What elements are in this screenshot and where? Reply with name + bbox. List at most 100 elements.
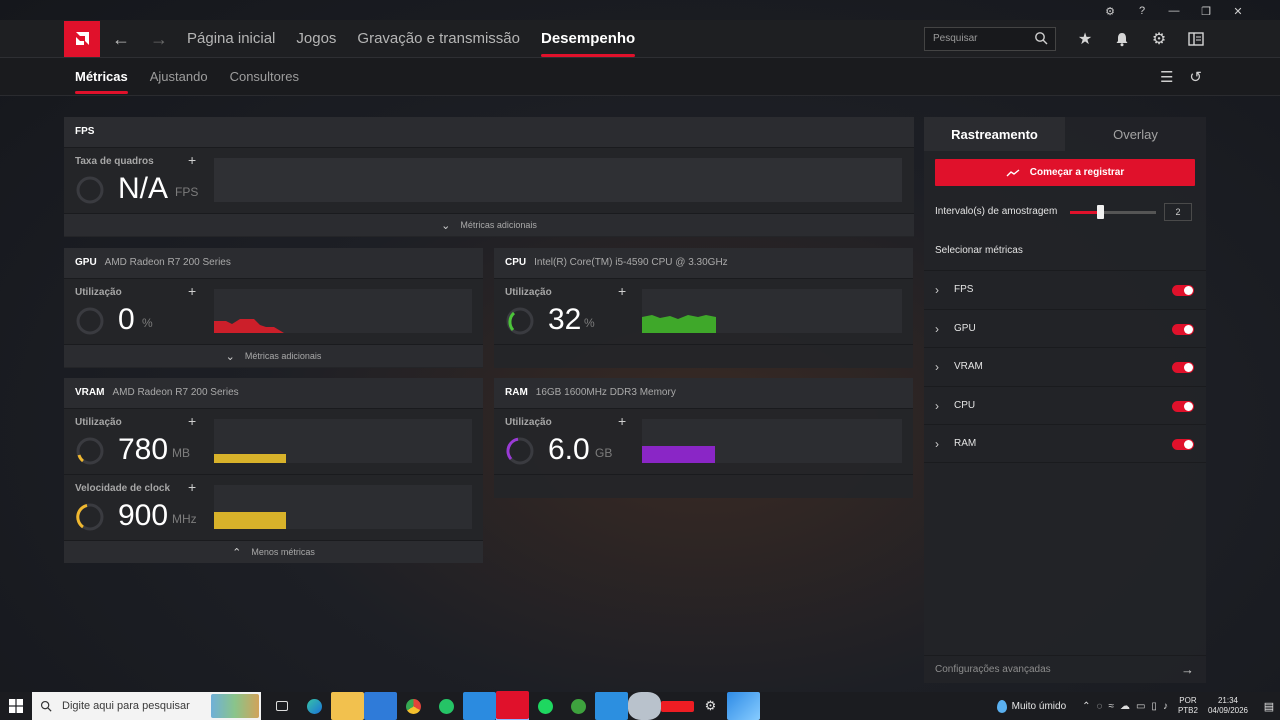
- back-arrow-icon[interactable]: ←: [112, 29, 130, 50]
- start-recording-button[interactable]: Começar a registrar: [935, 159, 1195, 186]
- vram-usage-value: 780: [118, 433, 169, 466]
- cpu-toggle[interactable]: [1172, 400, 1194, 412]
- tracked-metric-ram[interactable]: › RAM: [924, 424, 1206, 463]
- add-metric-icon[interactable]: +: [188, 283, 196, 299]
- cloud-icon[interactable]: ☁: [1120, 701, 1130, 712]
- favorites-star-icon[interactable]: ★: [1074, 28, 1096, 50]
- vscode-icon[interactable]: [595, 692, 628, 720]
- add-metric-icon[interactable]: +: [618, 413, 626, 429]
- subtab-metrics[interactable]: Métricas: [75, 69, 128, 94]
- ram-gauge: [506, 437, 534, 465]
- ram-toggle[interactable]: [1172, 439, 1194, 451]
- clock-date: 04/09/2026: [1207, 706, 1248, 715]
- weather-widget[interactable]: Muito úmido: [996, 699, 1066, 713]
- chevron-right-icon[interactable]: ›: [935, 322, 939, 336]
- wifi-icon[interactable]: ≈: [1108, 701, 1114, 712]
- file-explorer-icon[interactable]: [331, 692, 364, 720]
- ram-value: 6.0: [548, 433, 590, 466]
- minimize-button[interactable]: —: [1158, 2, 1190, 20]
- paint-icon[interactable]: [727, 692, 760, 720]
- bug-report-icon[interactable]: ⚙: [1094, 2, 1126, 20]
- gpu-graph: [214, 289, 472, 333]
- taskbar-search[interactable]: Digite aqui para pesquisar: [32, 692, 261, 720]
- youtube-icon[interactable]: [661, 692, 694, 720]
- list-view-icon[interactable]: ☰: [1160, 68, 1173, 86]
- settings-gear-icon[interactable]: ⚙: [1148, 28, 1170, 50]
- edge-icon[interactable]: [298, 692, 331, 720]
- chrome-icon[interactable]: [397, 692, 430, 720]
- tracked-metric-cpu[interactable]: › CPU: [924, 385, 1206, 425]
- chevron-right-icon[interactable]: ›: [935, 360, 939, 374]
- humidity-drop-icon: [996, 699, 1007, 713]
- gpu-device-name: AMD Radeon R7 200 Series: [104, 257, 231, 268]
- chevron-up-icon[interactable]: ⌃: [1082, 701, 1090, 712]
- fps-toggle[interactable]: [1172, 285, 1194, 296]
- search-placeholder: Pesquisar: [933, 33, 978, 44]
- interval-slider-thumb[interactable]: [1097, 205, 1105, 219]
- maximize-button[interactable]: ❐: [1190, 2, 1222, 20]
- chevron-right-icon[interactable]: ›: [935, 283, 939, 297]
- vram-device-name: AMD Radeon R7 200 Series: [112, 387, 239, 398]
- tray-icons: ⌃ ◌ ≈ ☁ ▭ ▯ ♪: [1082, 701, 1168, 712]
- store-icon[interactable]: [364, 692, 397, 720]
- interval-value-field[interactable]: 2: [1164, 203, 1192, 221]
- close-button[interactable]: ✕: [1222, 2, 1254, 20]
- settings-taskbar-icon[interactable]: ⚙: [694, 692, 727, 720]
- whatsapp-icon[interactable]: [430, 692, 463, 720]
- layout-panel-icon[interactable]: [1185, 28, 1207, 50]
- vram-clock-gauge: [76, 503, 104, 531]
- display-icon[interactable]: ▭: [1136, 701, 1145, 712]
- tracking-tabs: Rastreamento Overlay: [924, 117, 1206, 151]
- tab-overlay[interactable]: Overlay: [1065, 117, 1206, 151]
- language-indicator[interactable]: POR PTB2: [1178, 696, 1198, 716]
- subtab-advisors[interactable]: Consultores: [230, 69, 299, 84]
- nav-tab-performance[interactable]: Desempenho: [541, 30, 636, 57]
- nav-tab-games[interactable]: Jogos: [296, 30, 336, 47]
- tracked-metric-vram[interactable]: › VRAM: [924, 347, 1206, 386]
- gpu-toggle[interactable]: [1172, 323, 1194, 335]
- gpu-expand-toggle[interactable]: ⌄ Métricas adicionais: [64, 345, 483, 367]
- nav-tab-record-stream[interactable]: Gravação e transmissão: [357, 30, 520, 47]
- tab-tracking[interactable]: Rastreamento: [924, 117, 1065, 151]
- add-metric-icon[interactable]: +: [188, 413, 196, 429]
- notifications-bell-icon[interactable]: [1111, 28, 1133, 50]
- notifications-icon[interactable]: ▤: [1258, 700, 1280, 713]
- add-metric-icon[interactable]: +: [618, 283, 626, 299]
- battery-icon[interactable]: ▯: [1151, 701, 1157, 712]
- chevron-right-icon[interactable]: ›: [935, 399, 939, 413]
- nav-tab-home[interactable]: Página inicial: [187, 30, 275, 47]
- tracked-metric-gpu[interactable]: › GPU: [924, 308, 1206, 348]
- vram-expander-label: Menos métricas: [251, 547, 315, 557]
- forward-arrow-icon[interactable]: →: [150, 29, 168, 50]
- add-metric-icon[interactable]: +: [188, 479, 196, 495]
- tracked-metric-name: GPU: [954, 322, 976, 334]
- spotify-icon[interactable]: [529, 692, 562, 720]
- task-view-icon[interactable]: [265, 692, 298, 720]
- add-metric-icon[interactable]: +: [188, 152, 196, 168]
- amd-software-taskbar-icon[interactable]: [496, 691, 529, 720]
- vram-collapse-toggle[interactable]: ⌃ Menos métricas: [64, 541, 483, 563]
- fps-graph: [214, 158, 902, 202]
- clock[interactable]: 21:34 04/09/2026: [1208, 696, 1248, 716]
- start-button[interactable]: [0, 692, 32, 720]
- fps-expand-toggle[interactable]: ⌄ Métricas adicionais: [64, 214, 914, 236]
- advanced-settings-link[interactable]: Configurações avançadas →: [924, 655, 1206, 683]
- gpu-expander-label: Métricas adicionais: [244, 351, 322, 361]
- fps-metric-label: Taxa de quadros: [75, 156, 154, 167]
- volume-icon[interactable]: ♪: [1163, 701, 1168, 712]
- amd-logo-icon[interactable]: [64, 21, 100, 57]
- search-input[interactable]: Pesquisar: [924, 27, 1056, 51]
- interval-slider[interactable]: [1070, 205, 1156, 219]
- xbox-icon[interactable]: [562, 692, 595, 720]
- help-icon[interactable]: ?: [1126, 2, 1158, 20]
- weather-app-icon[interactable]: [628, 692, 661, 720]
- mail-icon[interactable]: [463, 692, 496, 720]
- network-icon[interactable]: ◌: [1097, 701, 1103, 712]
- reset-icon[interactable]: ↺: [1189, 68, 1202, 86]
- search-highlight-image: [211, 694, 259, 718]
- subtab-tuning[interactable]: Ajustando: [150, 69, 208, 84]
- tracked-metric-fps[interactable]: › FPS: [924, 270, 1206, 309]
- chevron-right-icon[interactable]: ›: [935, 437, 939, 451]
- vram-toggle[interactable]: [1172, 362, 1194, 374]
- gpu-metric-row: Utilização + 0 %: [64, 279, 483, 345]
